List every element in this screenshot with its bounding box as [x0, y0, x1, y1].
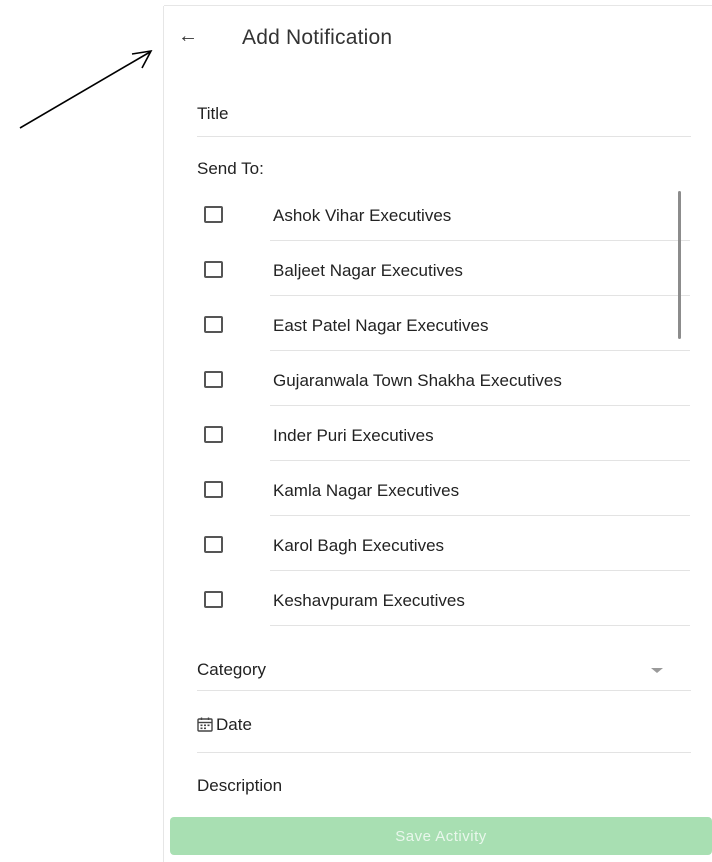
category-dropdown[interactable]: Category [197, 630, 691, 691]
description-label: Description [197, 776, 283, 795]
title-field[interactable]: Title [197, 76, 691, 137]
checkbox[interactable] [204, 261, 223, 278]
send-to-label: Send To: [197, 159, 264, 178]
dropdown-arrow-icon [651, 668, 663, 673]
list-scrollbar[interactable] [678, 191, 681, 339]
checkbox[interactable] [204, 591, 223, 608]
date-field-label: Date [197, 715, 252, 735]
list-item[interactable]: Gujaranwala Town Shakha Executives [164, 351, 712, 406]
list-item[interactable]: East Patel Nagar Executives [164, 296, 712, 351]
list-item[interactable]: Baljeet Nagar Executives [164, 241, 712, 296]
save-activity-button[interactable]: Save Activity [170, 817, 712, 855]
app-bar: ← Add Notification [164, 6, 712, 76]
list-item[interactable]: Karol Bagh Executives [164, 516, 712, 571]
checkbox[interactable] [204, 426, 223, 443]
category-label: Category [197, 660, 266, 679]
description-field[interactable]: Description [197, 752, 691, 800]
checkbox[interactable] [204, 536, 223, 553]
list-item-label: Karol Bagh Executives [273, 536, 445, 555]
list-item-label: Ashok Vihar Executives [273, 206, 452, 225]
list-item-label: Keshavpuram Executives [273, 591, 465, 610]
list-item-label: East Patel Nagar Executives [273, 316, 489, 335]
back-arrow-icon[interactable]: ← [176, 24, 200, 48]
page-title: Add Notification [242, 26, 393, 49]
title-label: Title [197, 104, 229, 123]
list-item[interactable]: Keshavpuram Executives [164, 571, 712, 626]
date-field[interactable]: Date [197, 691, 691, 753]
date-label: Date [216, 715, 252, 734]
checkbox[interactable] [204, 481, 223, 498]
checkbox[interactable] [204, 316, 223, 333]
list-item-label: Baljeet Nagar Executives [273, 261, 463, 280]
divider [270, 625, 690, 626]
recipient-list: Ashok Vihar Executives Baljeet Nagar Exe… [164, 186, 712, 646]
list-item[interactable]: Ashok Vihar Executives [164, 186, 712, 241]
list-item-label: Gujaranwala Town Shakha Executives [273, 371, 562, 390]
list-item-label: Kamla Nagar Executives [273, 481, 460, 500]
app-screen: ← Add Notification Title Send To: Ashok … [164, 6, 712, 862]
list-item[interactable]: Inder Puri Executives [164, 406, 712, 461]
checkbox[interactable] [204, 206, 223, 223]
calendar-icon [197, 717, 213, 732]
checkbox[interactable] [204, 371, 223, 388]
list-item-label: Inder Puri Executives [273, 426, 434, 445]
list-item[interactable]: Kamla Nagar Executives [164, 461, 712, 516]
